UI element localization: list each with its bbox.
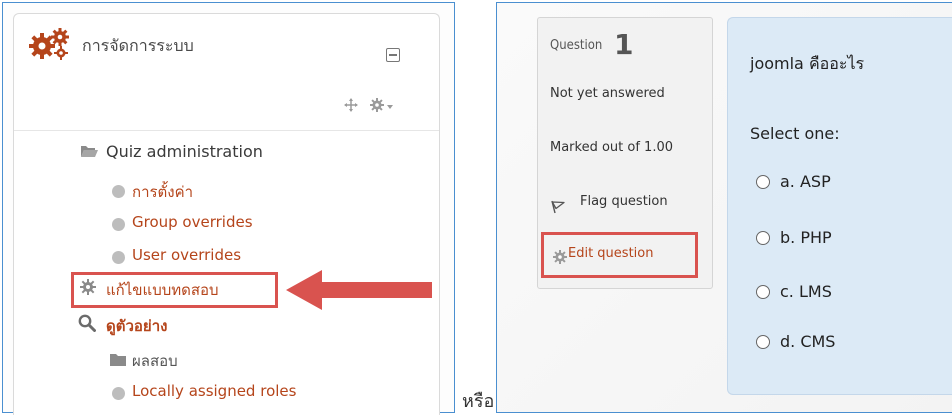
answer-option-d[interactable]: d. CMS [756,332,835,351]
select-prompt: Select one: [750,124,840,143]
block-header: การจัดการระบบ [14,14,439,94]
or-separator: หรือ [462,391,495,412]
gears-icon [29,28,69,60]
search-icon [78,314,96,332]
divider [14,130,439,131]
settings-link[interactable]: การตั้งค่า [132,180,193,204]
question-info-card: Question 1 Not yet answered Marked out o… [537,17,713,289]
collapse-block-icon[interactable] [386,48,400,62]
folder-icon [110,354,126,366]
block-title: การจัดการระบบ [82,36,194,55]
gear-icon[interactable] [370,98,384,112]
bullet-icon [112,185,125,198]
option-label: d. CMS [780,332,836,351]
marks-info: Marked out of 1.00 [550,140,674,155]
arrow-left-icon [286,270,432,310]
option-label: a. ASP [780,172,831,191]
question-number: 1 [614,28,634,61]
folder-open-icon [81,146,98,157]
flag-icon[interactable] [550,198,566,214]
option-label: c. LMS [780,282,832,301]
radio-button[interactable] [756,285,770,299]
option-label: b. PHP [780,228,832,247]
question-text: joomla คืออะไร [750,54,865,73]
question-screenshot: Question 1 Not yet answered Marked out o… [496,2,952,413]
answer-option-c[interactable]: c. LMS [756,282,832,301]
edit-question-link[interactable]: Edit question [568,246,653,261]
preview-link[interactable]: ดูตัวอย่าง [106,314,167,338]
results-node[interactable]: ผลสอบ [132,349,178,373]
gear-icon [553,250,567,264]
admin-block-screenshot: การจัดการระบบ Quiz administration การตั้… [2,2,455,415]
answer-option-a[interactable]: a. ASP [756,172,831,191]
move-icon[interactable] [344,98,358,112]
quiz-administration-node[interactable]: Quiz administration [106,142,263,161]
highlight-box [71,272,278,308]
flag-question-link[interactable]: Flag question [580,194,668,209]
administration-block: การจัดการระบบ Quiz administration การตั้… [13,13,440,415]
user-overrides-link[interactable]: User overrides [132,246,241,264]
radio-button[interactable] [756,335,770,349]
locally-assigned-roles-link[interactable]: Locally assigned roles [132,382,296,400]
bullet-icon [112,387,125,400]
bullet-icon [112,218,125,231]
radio-button[interactable] [756,231,770,245]
answer-status: Not yet answered [550,86,665,101]
bullet-icon [112,251,125,264]
chevron-down-icon[interactable] [387,105,393,109]
radio-button[interactable] [756,175,770,189]
question-label: Question [550,38,603,53]
group-overrides-link[interactable]: Group overrides [132,213,253,231]
answer-option-b[interactable]: b. PHP [756,228,832,247]
question-card: joomla คืออะไร Select one: a. ASP b. PHP… [727,17,952,395]
